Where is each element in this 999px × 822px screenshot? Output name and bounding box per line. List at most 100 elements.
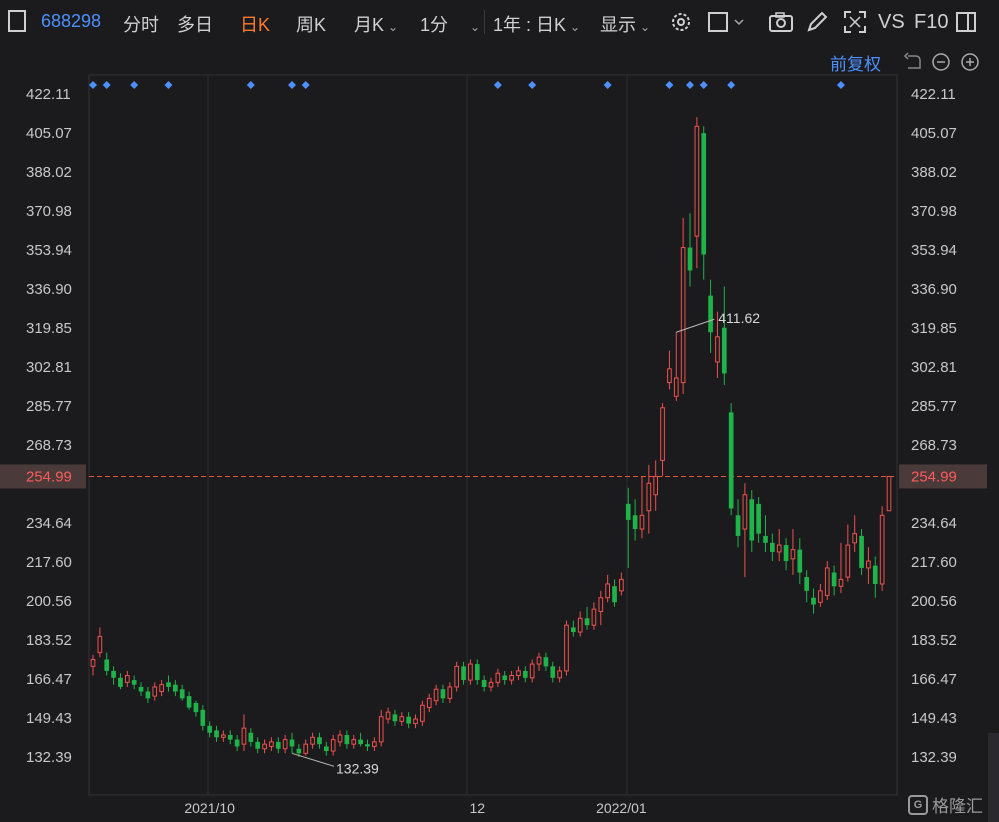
candle-body[interactable] (104, 659, 110, 671)
candle-body[interactable] (735, 515, 741, 536)
event-marker[interactable] (246, 81, 255, 89)
candle-body[interactable] (612, 586, 617, 603)
event-marker[interactable] (288, 81, 296, 89)
candle-body[interactable] (303, 743, 309, 754)
candle-body[interactable] (866, 560, 871, 569)
event-marker[interactable] (102, 81, 111, 89)
event-marker[interactable] (89, 81, 97, 89)
candle-body[interactable] (550, 666, 556, 678)
candle-body[interactable] (838, 578, 844, 587)
candle-body[interactable] (872, 565, 878, 584)
candle-body[interactable] (351, 739, 357, 745)
candle-body[interactable] (577, 617, 583, 633)
scrollbar[interactable] (988, 733, 999, 822)
candle-body[interactable] (289, 739, 295, 747)
candle-body[interactable] (173, 684, 178, 692)
candle-body[interactable] (557, 670, 562, 679)
event-marker[interactable] (686, 81, 694, 89)
candle-body[interactable] (516, 670, 521, 677)
candle-body[interactable] (385, 711, 391, 720)
candle-body[interactable] (667, 368, 672, 384)
candle-body[interactable] (564, 624, 569, 672)
candle-body[interactable] (481, 680, 487, 687)
candle-body[interactable] (138, 686, 144, 692)
candle-body[interactable] (708, 295, 713, 333)
candle-body[interactable] (763, 535, 768, 543)
candle-body[interactable] (440, 689, 446, 699)
candle-body[interactable] (776, 544, 782, 553)
candle-body[interactable] (509, 675, 514, 681)
candle-body[interactable] (632, 515, 638, 530)
candle-body[interactable] (824, 567, 830, 596)
candle-body[interactable] (420, 704, 425, 722)
candle-body[interactable] (522, 670, 528, 678)
candle-body[interactable] (365, 744, 370, 747)
candlestick-chart[interactable]: 422.11 422.11 405.07 405.07 388.02 388.02 370.… (0, 0, 999, 822)
candle-body[interactable] (200, 709, 206, 726)
candle-body[interactable] (639, 514, 645, 530)
candle-body[interactable] (461, 666, 466, 681)
candle-body[interactable] (111, 670, 116, 678)
candle-body[interactable] (660, 407, 665, 461)
event-marker[interactable] (164, 81, 173, 89)
candle-body[interactable] (879, 514, 885, 585)
candle-body[interactable] (227, 735, 233, 740)
candle-body[interactable] (207, 725, 212, 733)
candle-body[interactable] (323, 746, 329, 752)
event-marker[interactable] (528, 81, 537, 89)
candle-body[interactable] (214, 730, 219, 738)
candle-body[interactable] (474, 664, 480, 681)
candle-body[interactable] (296, 748, 302, 754)
candle-body[interactable] (845, 544, 851, 578)
candle-body[interactable] (468, 663, 473, 681)
candle-body[interactable] (783, 545, 789, 562)
candle-body[interactable] (818, 590, 823, 603)
candle-body[interactable] (715, 336, 720, 363)
candle-body[interactable] (159, 684, 164, 693)
candle-body[interactable] (310, 736, 315, 745)
candle-body[interactable] (598, 597, 604, 612)
candle-body[interactable] (317, 737, 322, 745)
candle-body[interactable] (399, 716, 405, 722)
candle-body[interactable] (543, 657, 549, 667)
candle-body[interactable] (495, 672, 501, 683)
candle-body[interactable] (742, 494, 748, 530)
candle-body[interactable] (488, 681, 494, 688)
candle-body[interactable] (372, 741, 377, 747)
candle-body[interactable] (255, 741, 261, 749)
candle-body[interactable] (680, 247, 686, 384)
candle-body[interactable] (605, 583, 610, 599)
candle-body[interactable] (721, 327, 727, 374)
candle-body[interactable] (701, 133, 707, 255)
candle-body[interactable] (749, 499, 755, 541)
candle-body[interactable] (179, 689, 185, 699)
candle-body[interactable] (262, 743, 267, 750)
candle-body[interactable] (687, 247, 693, 271)
candle-body[interactable] (790, 549, 796, 560)
candle-body[interactable] (811, 597, 816, 605)
event-marker[interactable] (130, 81, 139, 89)
candle-body[interactable] (625, 503, 631, 520)
candle-body[interactable] (152, 686, 158, 697)
candle-body[interactable] (330, 739, 336, 752)
candle-body[interactable] (804, 577, 809, 591)
candle-body[interactable] (502, 675, 508, 681)
event-marker[interactable] (603, 81, 612, 89)
event-marker[interactable] (727, 81, 736, 89)
candle-body[interactable] (406, 716, 411, 724)
candle-body[interactable] (344, 735, 350, 745)
candle-body[interactable] (619, 578, 624, 592)
candle-body[interactable] (118, 677, 123, 687)
candle-body[interactable] (454, 665, 460, 688)
candle-body[interactable] (275, 741, 281, 749)
candle-body[interactable] (378, 716, 384, 743)
candle-body[interactable] (90, 658, 96, 667)
candle-body[interactable] (797, 549, 803, 573)
event-marker[interactable] (665, 81, 674, 89)
candle-body[interactable] (447, 686, 453, 699)
candle-body[interactable] (591, 608, 597, 626)
candle-body[interactable] (131, 680, 137, 685)
candle-body[interactable] (536, 656, 542, 665)
candle-body[interactable] (193, 702, 199, 713)
event-marker[interactable] (301, 81, 310, 89)
